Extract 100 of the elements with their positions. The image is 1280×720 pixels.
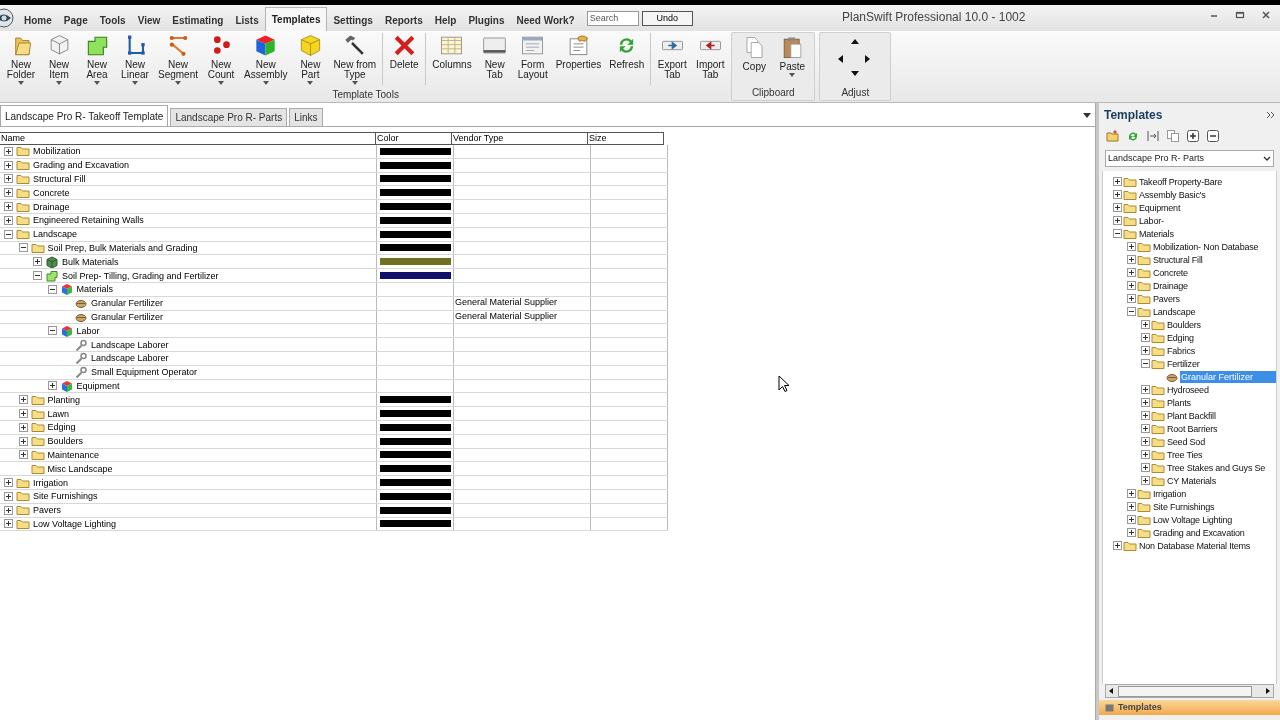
tree-item-label[interactable]: Takeoff Property-Bare — [1138, 175, 1224, 188]
menu-tab[interactable]: View — [131, 9, 167, 31]
expand-toggle-icon[interactable] — [1127, 242, 1136, 251]
tree-item-label[interactable]: Landscape — [1152, 305, 1197, 318]
document-tab[interactable]: Landscape Pro R- Takeoff Template — [0, 105, 169, 126]
scrollbar-thumb[interactable] — [1118, 685, 1252, 697]
tree-item-label[interactable]: Concrete — [1152, 266, 1189, 279]
tree-item-label[interactable]: Soil Prep, Bulk Materials and Grading — [47, 241, 198, 254]
tree-item-label[interactable]: Granular Fertilizer — [91, 310, 164, 323]
expand-toggle-icon[interactable] — [4, 491, 13, 501]
horizontal-scrollbar[interactable] — [1105, 684, 1274, 698]
menu-tab[interactable]: Settings — [327, 9, 379, 31]
tree-item-label[interactable]: Site Furnishings — [1152, 500, 1216, 513]
tree-item-label[interactable]: Seed Sod — [1166, 435, 1206, 448]
expand-toggle-icon[interactable] — [1127, 255, 1136, 264]
tree-item-label[interactable]: Boulders — [47, 435, 84, 448]
ribbon-button[interactable]: New from Type — [329, 33, 381, 85]
tree-item-label[interactable]: Pavers — [33, 504, 61, 517]
tree-item-label[interactable]: Non Database Material Items — [1138, 539, 1252, 552]
tree-item-label[interactable]: Landscape Laborer — [91, 352, 169, 365]
expand-toggle-icon[interactable] — [1141, 346, 1150, 355]
tree-item-label[interactable]: Low Voltage Lighting — [33, 517, 117, 530]
expand-toggle-icon[interactable] — [1141, 398, 1150, 407]
tree-item-label[interactable]: Concrete — [33, 186, 70, 199]
collapse-all-icon[interactable] — [1206, 129, 1220, 143]
tree-item-label[interactable]: Plant Backfill — [1166, 409, 1217, 422]
collapse-toggle-icon[interactable] — [47, 326, 57, 336]
expand-toggle-icon[interactable] — [1127, 489, 1136, 498]
ribbon-button[interactable]: Properties — [551, 33, 606, 70]
expand-toggle-icon[interactable] — [1113, 177, 1122, 186]
tree-item-label[interactable]: Grading and Excavation — [1152, 526, 1246, 539]
expand-toggle-icon[interactable] — [1113, 203, 1122, 212]
tree-item-label[interactable]: Labor — [76, 324, 100, 337]
column-header[interactable]: Name — [0, 132, 376, 145]
menu-tab[interactable]: Plugins — [462, 9, 511, 31]
tree-item-label[interactable]: Labor- — [1138, 214, 1165, 227]
menu-tab[interactable]: Estimating — [166, 9, 230, 31]
expand-toggle-icon[interactable] — [18, 450, 28, 460]
tree-item-label[interactable]: Equipment — [76, 379, 120, 392]
collapse-toggle-icon[interactable] — [1113, 229, 1122, 238]
ribbon-button[interactable]: Copy — [735, 35, 774, 72]
library-dropdown[interactable]: Landscape Pro R- Parts — [1105, 150, 1274, 167]
collapse-toggle-icon[interactable] — [1141, 359, 1150, 368]
expand-toggle-icon[interactable] — [4, 160, 13, 170]
expand-toggle-icon[interactable] — [18, 422, 28, 432]
menu-tab[interactable]: Reports — [378, 9, 429, 31]
tree-item-label[interactable]: Engineered Retaining Walls — [33, 214, 144, 227]
expand-toggle-icon[interactable] — [4, 202, 13, 212]
document-tab[interactable]: Landscape Pro R- Parts — [170, 108, 288, 126]
tree-item-label[interactable]: Drainage — [33, 200, 70, 213]
tree-item-label[interactable]: Mobilization — [33, 145, 81, 158]
expand-toggle-icon[interactable] — [1141, 320, 1150, 329]
undo-button[interactable]: Undo — [641, 10, 693, 26]
panel-tab[interactable]: Templates — [1099, 700, 1280, 715]
ribbon-button[interactable]: Refresh — [605, 33, 649, 70]
expand-toggle-icon[interactable] — [1141, 411, 1150, 420]
expand-toggle-icon[interactable] — [1127, 294, 1136, 303]
expand-toggle-icon[interactable] — [1141, 450, 1150, 459]
expand-toggle-icon[interactable] — [47, 381, 57, 391]
tree-item-label[interactable]: Tree Stakes and Guys Se — [1166, 461, 1267, 474]
ribbon-button[interactable]: Paste — [773, 35, 812, 77]
tree-item-label[interactable]: Drainage — [1152, 279, 1189, 292]
menu-tab[interactable]: Need Work? — [510, 9, 581, 31]
collapse-toggle-icon[interactable] — [18, 243, 28, 253]
ribbon-button[interactable]: Delete — [385, 33, 424, 70]
copy-icon[interactable] — [1166, 129, 1180, 143]
menu-tab[interactable]: Home — [18, 9, 58, 31]
expand-toggle-icon[interactable] — [1127, 281, 1136, 290]
tree-item-label[interactable]: Landscape Laborer — [91, 338, 169, 351]
ribbon-button[interactable]: New Count — [202, 33, 241, 85]
tree-item-label[interactable]: Root Barriers — [1166, 422, 1219, 435]
ribbon-button[interactable]: Form Layout — [513, 33, 552, 80]
expand-toggle-icon[interactable] — [4, 146, 13, 156]
tree-item-label[interactable]: Materials — [76, 283, 113, 296]
menu-tab[interactable]: Help — [428, 9, 463, 31]
search-field[interactable]: Search — [586, 10, 639, 26]
expand-toggle-icon[interactable] — [4, 174, 13, 184]
tree-item-label[interactable]: Materials — [1138, 227, 1175, 240]
tree-item-label[interactable]: CY Materials — [1166, 474, 1217, 487]
tree-item-label[interactable]: Maintenance — [47, 448, 100, 461]
ribbon-button[interactable]: Columns — [428, 33, 476, 70]
expand-toggle-icon[interactable] — [4, 215, 13, 225]
tree-item-label[interactable]: Edging — [1166, 331, 1195, 344]
tree-item-label[interactable]: Hydroseed — [1166, 383, 1210, 396]
collapse-toggle-icon[interactable] — [1127, 307, 1136, 316]
collapse-toggle-icon[interactable] — [4, 229, 13, 239]
expand-all-icon[interactable] — [1186, 129, 1200, 143]
expand-toggle-icon[interactable] — [18, 436, 28, 446]
tree-item-label[interactable]: Irrigation — [33, 476, 68, 489]
document-tab[interactable]: Links — [289, 108, 323, 126]
tree-item-label[interactable]: Mobilization- Non Database — [1152, 240, 1260, 253]
new-folder-icon[interactable] — [1106, 129, 1120, 143]
expand-toggle-icon[interactable] — [1141, 437, 1150, 446]
expand-toggle-icon[interactable] — [1127, 515, 1136, 524]
tree-item-label[interactable]: Lawn — [47, 407, 69, 420]
tree-item-label[interactable]: Landscape — [33, 228, 78, 241]
expand-toggle-icon[interactable] — [18, 395, 28, 405]
menu-tab[interactable]: Page — [57, 9, 94, 31]
tree-item-label[interactable]: Structural Fill — [33, 173, 86, 185]
ribbon-button[interactable]: New Area — [78, 33, 116, 85]
